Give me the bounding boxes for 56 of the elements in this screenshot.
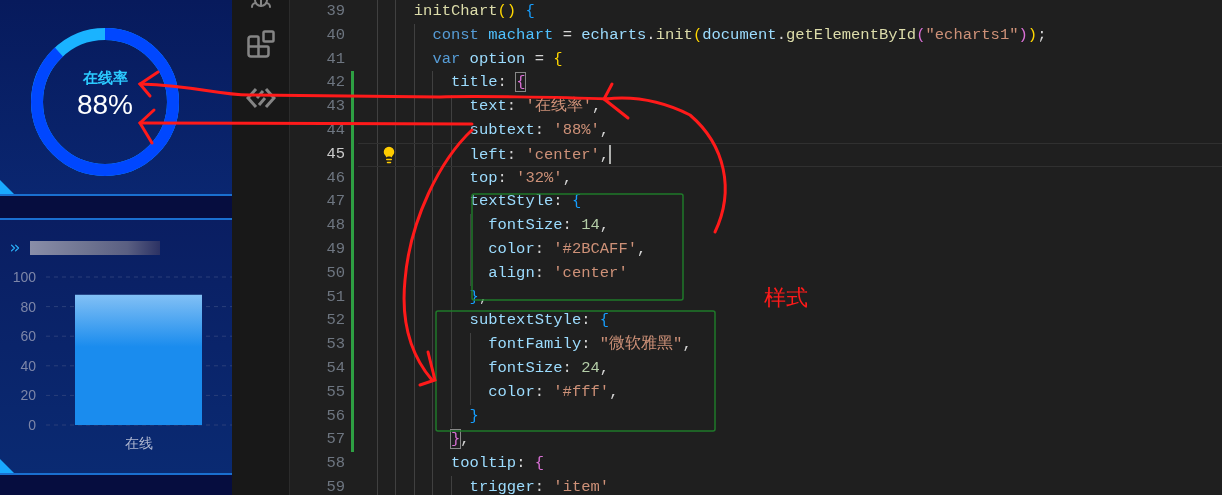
axis-tick-label: 20 bbox=[20, 387, 36, 404]
code-line: } bbox=[469, 406, 479, 425]
code-line: subtextStyle: { bbox=[469, 311, 610, 330]
code-line: fontSize: 24, bbox=[488, 358, 610, 377]
code-line: fontSize: 14, bbox=[488, 216, 610, 235]
line-number: 50 bbox=[325, 262, 345, 284]
line-number: 49 bbox=[325, 238, 345, 260]
code-line: top: '32%', bbox=[469, 168, 572, 187]
line-number: 59 bbox=[325, 476, 345, 495]
axis-tick-label: 40 bbox=[20, 357, 36, 374]
line-number: 41 bbox=[325, 48, 345, 70]
annotation-label: 样式 bbox=[764, 284, 808, 312]
line-number: 48 bbox=[325, 215, 345, 237]
line-number: 43 bbox=[325, 96, 345, 118]
line-number: 57 bbox=[325, 429, 345, 451]
line-number: 54 bbox=[325, 357, 345, 379]
code-line: left: 'center', bbox=[469, 145, 610, 164]
category-label: 在线 bbox=[125, 435, 153, 451]
line-number: 45 bbox=[325, 143, 345, 165]
line-number: 39 bbox=[325, 1, 345, 22]
panel-corner-icon bbox=[0, 180, 14, 194]
code-line: subtext: '88%', bbox=[469, 121, 610, 139]
code-line: tooltip: { bbox=[451, 454, 545, 473]
line-number: 46 bbox=[325, 167, 345, 189]
code-line: color: '#2BCAFF', bbox=[488, 239, 647, 258]
gauge-title: 在线率 bbox=[82, 68, 128, 88]
code-line: var option = { bbox=[432, 49, 563, 68]
axis-tick-label: 100 bbox=[12, 269, 36, 285]
remote-icon[interactable] bbox=[245, 86, 276, 110]
axis-tick-label: 0 bbox=[28, 417, 36, 433]
line-number: 53 bbox=[325, 334, 345, 356]
line-number: 56 bbox=[325, 405, 345, 427]
code-line: trigger: 'item' bbox=[469, 477, 610, 495]
text-cursor bbox=[609, 145, 612, 165]
code-line: title: { bbox=[451, 73, 526, 92]
code-line: }, bbox=[469, 287, 489, 306]
line-number: 55 bbox=[325, 381, 345, 403]
code-line: align: 'center' bbox=[488, 263, 628, 282]
code-line: const machart = echarts.init(document.getElementById("echarts1")); bbox=[432, 25, 1047, 44]
axis-tick-label: 80 bbox=[20, 298, 36, 315]
panel-corner-icon bbox=[0, 459, 14, 473]
axis-tick-label: 60 bbox=[20, 328, 36, 345]
extensions-icon[interactable] bbox=[245, 29, 276, 59]
double-chevron-icon bbox=[8, 241, 22, 255]
code-line: }, bbox=[451, 430, 470, 449]
line-number: 58 bbox=[325, 453, 345, 475]
line-number: 42 bbox=[325, 72, 345, 94]
line-number: 40 bbox=[325, 24, 345, 46]
code-line: initChart() { bbox=[413, 2, 535, 20]
line-number: 52 bbox=[325, 310, 345, 332]
gauge-value: 88% bbox=[76, 88, 133, 122]
line-number: 51 bbox=[325, 286, 345, 308]
code-line: fontFamily: "微软雅黑", bbox=[488, 335, 692, 354]
line-number: 47 bbox=[325, 191, 345, 213]
code-line: textStyle: { bbox=[469, 192, 582, 211]
code-line: color: '#fff', bbox=[488, 382, 619, 401]
